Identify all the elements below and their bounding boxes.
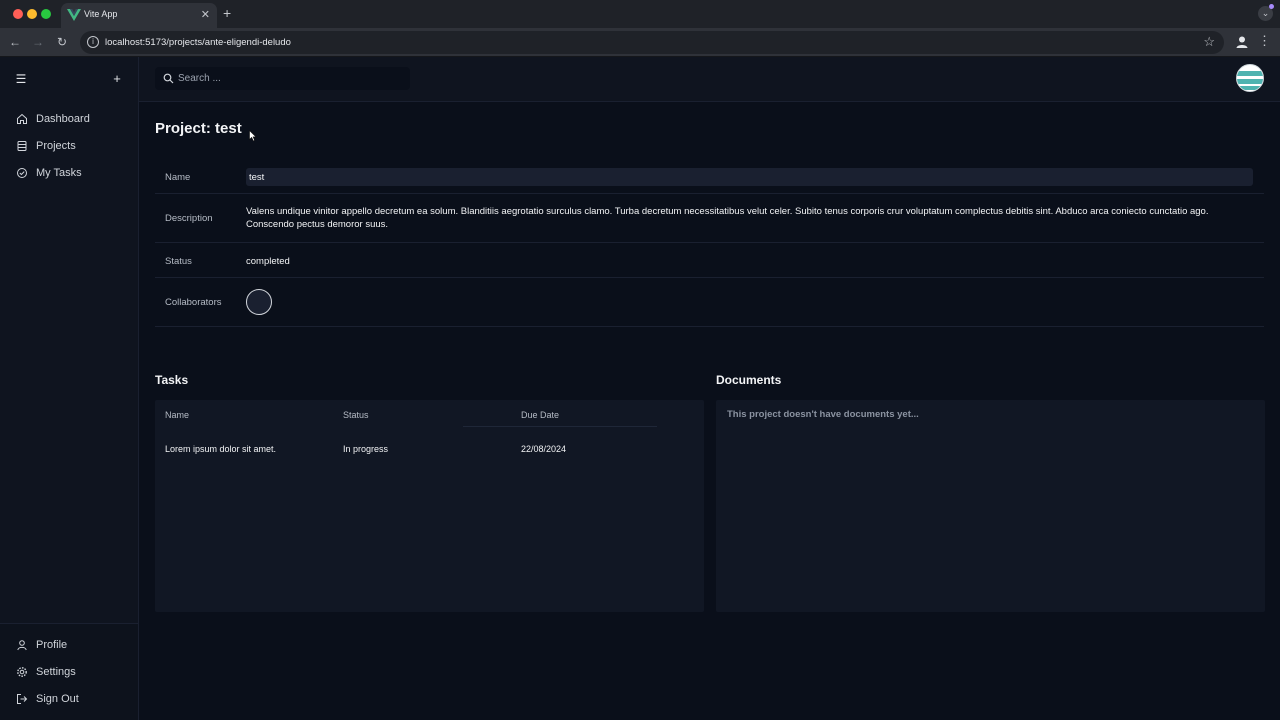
- field-label: Name: [165, 172, 191, 183]
- avatar-pattern: [1237, 71, 1263, 76]
- field-label: Status: [165, 256, 192, 267]
- task-status-cell: In progress: [343, 444, 389, 454]
- mouse-cursor-icon: [249, 130, 257, 142]
- field-label: Collaborators: [165, 297, 222, 308]
- column-header-due-date[interactable]: Due Date: [521, 410, 559, 420]
- browser-toolbar: ← → ↻ i localhost:5173/projects/ante-eli…: [0, 28, 1280, 57]
- tasks-table: Name Status Due Date Lorem ipsum dolor s…: [155, 400, 704, 612]
- sidebar-item-label: My Tasks: [36, 167, 82, 179]
- vue-logo-icon: [67, 9, 81, 21]
- tab-search-button[interactable]: ⌄: [1258, 4, 1274, 21]
- documents-panel: This project doesn't have documents yet.…: [716, 400, 1265, 612]
- sidebar-item-label: Projects: [36, 140, 76, 152]
- project-name-input[interactable]: [246, 168, 1253, 186]
- column-header-name[interactable]: Name: [165, 410, 189, 420]
- task-due-date-cell: 22/08/2024: [521, 444, 567, 454]
- browser-tab-bar: Vite App ✕ + ⌄: [0, 0, 1280, 28]
- sidebar-item-dashboard[interactable]: Dashboard: [10, 108, 130, 130]
- documents-empty-message: This project doesn't have documents yet.…: [727, 409, 919, 420]
- app-root: ☰ + Dashboard Projects My Tasks Profile …: [0, 57, 1280, 720]
- url-text: localhost:5173/projects/ante-eligendi-de…: [105, 37, 291, 48]
- sidebar-item-sign-out[interactable]: Sign Out: [10, 688, 130, 710]
- menu-toggle-icon[interactable]: ☰: [12, 70, 30, 88]
- search-box: [155, 67, 410, 90]
- search-input[interactable]: [178, 67, 403, 90]
- page-title: Project: test: [155, 120, 242, 137]
- field-row-name: Name: [155, 160, 1264, 194]
- search-icon: [163, 73, 174, 84]
- sidebar-item-my-tasks[interactable]: My Tasks: [10, 162, 130, 184]
- avatar-pattern: [1237, 86, 1263, 90]
- projects-icon: [17, 141, 27, 151]
- browser-profile-icon[interactable]: [1234, 34, 1250, 50]
- documents-section-title: Documents: [716, 373, 782, 387]
- field-row-description: Description Valens undique vinitor appel…: [155, 194, 1264, 243]
- sign-out-icon: [17, 694, 28, 704]
- column-header-status[interactable]: Status: [343, 410, 369, 420]
- collaborator-avatar[interactable]: [246, 289, 272, 315]
- add-icon[interactable]: +: [108, 70, 126, 88]
- sidebar: ☰ + Dashboard Projects My Tasks Profile …: [0, 57, 139, 720]
- notification-dot: [1269, 4, 1274, 9]
- sidebar-footer: Profile Settings Sign Out: [0, 623, 138, 720]
- sidebar-item-label: Sign Out: [36, 693, 79, 705]
- tab-title: Vite App: [84, 9, 118, 19]
- maximize-window-button[interactable]: [41, 9, 51, 19]
- project-status: completed: [246, 256, 290, 267]
- browser-menu-icon[interactable]: ⋮: [1258, 33, 1271, 49]
- home-icon: [17, 113, 27, 124]
- reload-icon[interactable]: ↻: [54, 34, 70, 50]
- bookmark-star-icon[interactable]: ☆: [1203, 34, 1215, 50]
- close-window-button[interactable]: [13, 9, 23, 19]
- field-row-status: Status completed: [155, 243, 1264, 278]
- tab-close-icon[interactable]: ✕: [201, 8, 210, 22]
- avatar-pattern: [1237, 79, 1263, 84]
- back-arrow-icon[interactable]: ←: [7, 34, 23, 50]
- sidebar-item-label: Settings: [36, 666, 76, 678]
- site-info-icon[interactable]: i: [87, 36, 99, 48]
- sidebar-item-profile[interactable]: Profile: [10, 634, 130, 656]
- tasks-section-title: Tasks: [155, 373, 189, 387]
- new-tab-icon[interactable]: +: [223, 5, 231, 21]
- project-description: Valens undique vinitor appello decretum …: [246, 206, 1209, 230]
- gear-icon: [17, 667, 27, 677]
- user-avatar[interactable]: [1236, 64, 1264, 92]
- header-divider: [463, 426, 657, 427]
- address-bar[interactable]: i localhost:5173/projects/ante-eligendi-…: [80, 31, 1224, 54]
- field-row-collaborators: Collaborators: [155, 278, 1264, 327]
- user-icon: [17, 640, 27, 651]
- sidebar-item-label: Profile: [36, 639, 68, 651]
- task-name-cell: Lorem ipsum dolor sit amet.: [165, 444, 277, 454]
- sidebar-item-settings[interactable]: Settings: [10, 661, 130, 683]
- browser-tab[interactable]: Vite App ✕: [61, 3, 217, 28]
- field-label: Description: [165, 213, 213, 224]
- main-content: Project: test Name Description Valens un…: [139, 102, 1280, 720]
- tasks-icon: [17, 168, 27, 178]
- sidebar-item-label: Dashboard: [36, 113, 90, 125]
- top-bar: [139, 57, 1280, 102]
- forward-arrow-icon[interactable]: →: [30, 34, 46, 50]
- sidebar-item-projects[interactable]: Projects: [10, 135, 130, 157]
- minimize-window-button[interactable]: [27, 9, 37, 19]
